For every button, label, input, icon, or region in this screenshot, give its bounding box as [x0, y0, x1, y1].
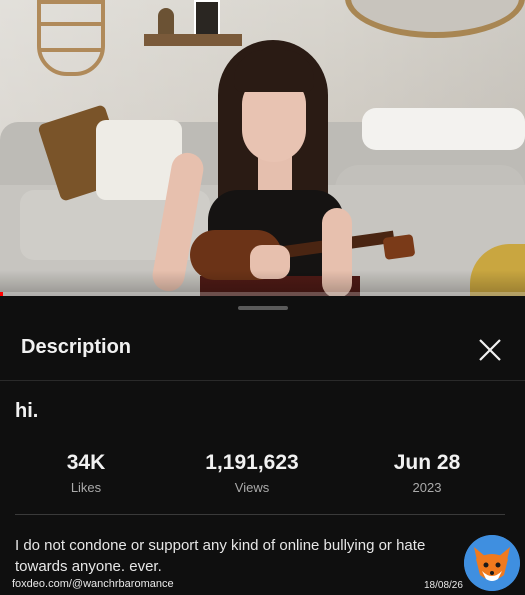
watermark-date: 18/08/26: [424, 580, 463, 591]
stat-views: 1,191,623 Views: [177, 450, 327, 495]
video-title: hi.: [15, 400, 39, 422]
picture-frame: [194, 0, 220, 36]
upload-year: 2023: [412, 480, 442, 495]
close-icon[interactable]: [474, 334, 506, 366]
upload-date: Jun 28: [393, 451, 461, 474]
description-text: I do not condone or support any kind of …: [15, 537, 426, 575]
stat-date: Jun 28 2023: [372, 450, 482, 495]
wall-shelf-round: [37, 0, 105, 76]
stat-likes: 34K Likes: [36, 450, 136, 495]
description-sheet: Description hi. 34K Likes 1,191,623 View…: [0, 296, 525, 595]
white-pillow-right: [362, 108, 525, 150]
divider: [15, 514, 505, 515]
sheet-title: Description: [21, 336, 132, 358]
fox-icon: [464, 535, 520, 591]
likes-count: 34K: [66, 451, 106, 474]
video-player[interactable]: [0, 0, 525, 296]
watermark-site: foxdeo.com/@wanchrbaromance: [12, 578, 174, 590]
views-count: 1,191,623: [205, 451, 299, 474]
divider: [0, 380, 525, 381]
person: [150, 40, 416, 296]
views-label: Views: [234, 480, 270, 495]
drag-handle[interactable]: [238, 306, 288, 310]
likes-label: Likes: [70, 480, 102, 495]
